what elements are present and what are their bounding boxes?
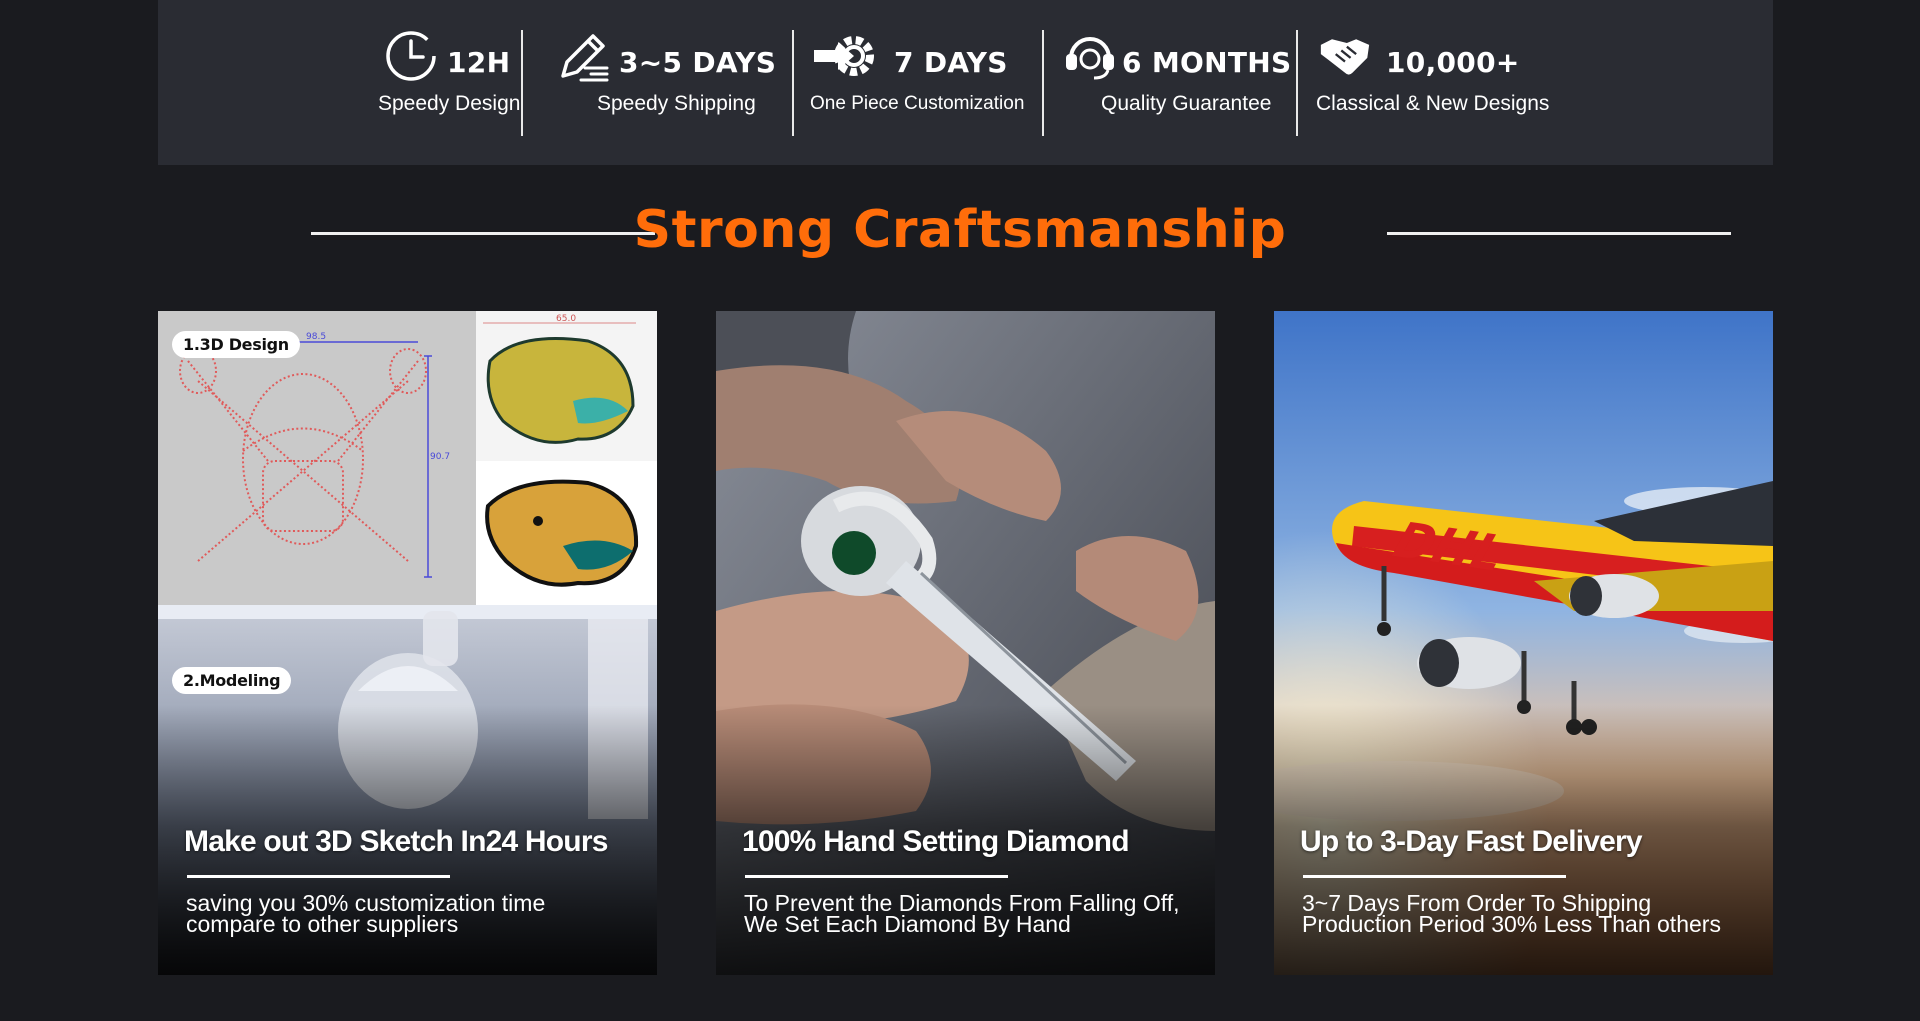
divider <box>1296 30 1298 136</box>
pencil-icon <box>561 34 609 82</box>
dimension-label: 90.7 <box>430 452 450 462</box>
divider <box>1042 30 1044 136</box>
feature-title: 3~5 DAYS <box>619 46 777 79</box>
card-description: To Prevent the Diamonds From Falling Off… <box>744 892 1179 937</box>
feature-subtitle: One Piece Customization <box>810 93 1025 114</box>
feature-quality-guarantee: 6 MONTHS Quality Guarantee <box>1062 28 1292 138</box>
feature-bar: 12H Speedy Design 3~5 DAYS Speedy Shippi… <box>158 0 1773 165</box>
dimension-label: 98.5 <box>306 332 326 342</box>
feature-title: 7 DAYS <box>894 46 1008 79</box>
gear-arrow-icon <box>814 36 874 76</box>
feature-one-piece-customization: 7 DAYS One Piece Customization <box>810 28 1040 138</box>
card-underline <box>1303 875 1566 878</box>
feature-speedy-shipping: 3~5 DAYS Speedy Shipping <box>555 28 785 138</box>
dimension-label: 65.0 <box>556 314 576 324</box>
feature-title: 6 MONTHS <box>1122 46 1292 79</box>
section-heading: Strong Craftsmanship <box>633 200 1287 260</box>
divider <box>792 30 794 136</box>
card-title: Make out 3D Sketch In24 Hours <box>184 825 608 858</box>
heading-divider-right <box>1387 232 1731 235</box>
feature-title: 10,000+ <box>1386 46 1520 79</box>
card-3d-sketch[interactable]: 98.5 90.7 65.0 1.3D Design 2.Modeling Ma… <box>158 311 657 975</box>
feature-subtitle: Classical & New Designs <box>1316 92 1550 115</box>
card-description-line: Production Period 30% Less Than others <box>1302 911 1721 937</box>
headset-icon <box>1066 37 1114 80</box>
card-title: 100% Hand Setting Diamond <box>742 825 1130 858</box>
step-badge-modeling: 2.Modeling <box>172 667 292 694</box>
card-description-line: We Set Each Diamond By Hand <box>744 911 1071 937</box>
card-hand-setting[interactable]: 100% Hand Setting Diamond To Prevent the… <box>716 311 1215 975</box>
card-underline <box>187 875 450 878</box>
divider <box>521 30 523 136</box>
feature-subtitle: Speedy Shipping <box>597 92 756 115</box>
feature-classical-new-designs: 10,000+ Classical & New Designs <box>1316 28 1576 138</box>
handshake-icon <box>1320 39 1370 75</box>
card-description-line: compare to other suppliers <box>186 911 459 937</box>
clock-icon <box>386 31 437 81</box>
feature-subtitle: Speedy Design <box>378 92 521 115</box>
feature-subtitle: Quality Guarantee <box>1101 92 1272 115</box>
feature-title: 12H <box>447 46 511 79</box>
card-description: saving you 30% customization time compar… <box>186 892 545 937</box>
step-badge-3d-design: 1.3D Design <box>172 331 300 358</box>
card-underline <box>745 875 1008 878</box>
card-title: Up to 3-Day Fast Delivery <box>1300 825 1643 858</box>
card-description: 3~7 Days From Order To Shipping Producti… <box>1302 892 1721 937</box>
card-fast-delivery[interactable]: DHL Up to 3-Day Fast Delivery 3~7 Days F… <box>1274 311 1773 975</box>
